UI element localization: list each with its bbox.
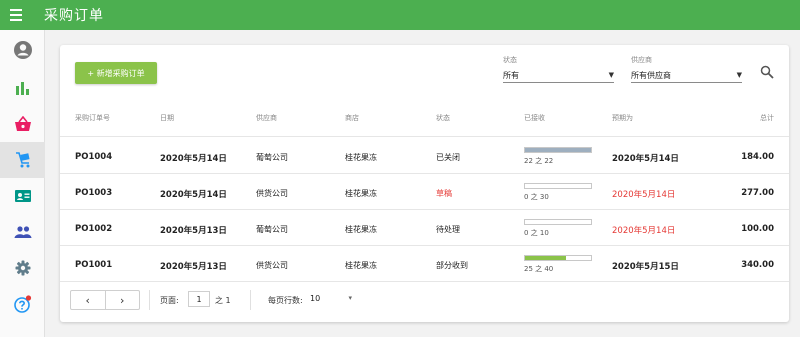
status-text: 待处理 — [436, 225, 460, 234]
expected-date: 2020年5月14日 — [612, 226, 676, 236]
chevron-down-icon: ▾ — [348, 294, 352, 302]
received-count: 0 之 30 — [524, 193, 549, 201]
order-number: PO1003 — [75, 188, 113, 198]
contact-card-icon — [14, 190, 31, 202]
order-number: PO1002 — [75, 224, 113, 234]
add-purchase-order-button[interactable]: + 新增采购订单 — [75, 62, 157, 84]
rows-per-page-value: 10 — [310, 294, 321, 303]
order-date: 2020年5月13日 — [160, 226, 227, 236]
sidebar-item-sales[interactable] — [0, 106, 45, 142]
sidebar-item-customers[interactable] — [0, 178, 45, 214]
received-progress-fill — [525, 256, 567, 260]
basket-icon — [14, 116, 31, 131]
rows-per-page-label: 每页行数: — [268, 296, 303, 305]
col-header-supplier[interactable]: 供应商 — [256, 113, 277, 123]
supplier-select[interactable]: 所有供应商 ▼ — [631, 68, 742, 83]
store-name: 桂花果冻 — [345, 225, 377, 234]
col-header-expected[interactable]: 预期为 — [612, 113, 633, 123]
received-progress-bar — [524, 147, 592, 153]
sidebar-item-reports[interactable] — [0, 70, 45, 106]
order-number: PO1004 — [75, 152, 113, 162]
supplier-name: 供货公司 — [256, 189, 288, 198]
status-filter[interactable]: 状态 所有 ▼ — [503, 55, 614, 83]
page-number-input[interactable]: 1 — [188, 291, 210, 307]
divider — [60, 281, 789, 282]
received-count: 25 之 40 — [524, 265, 554, 273]
col-header-total[interactable]: 总计 — [760, 113, 774, 123]
supplier-filter[interactable]: 供应商 所有供应商 ▼ — [631, 55, 742, 83]
menu-icon[interactable] — [10, 0, 36, 30]
received-progress-bar — [524, 255, 592, 261]
search-icon[interactable] — [760, 65, 774, 79]
sidebar-item-settings[interactable] — [0, 250, 45, 286]
status-text: 草稿 — [436, 189, 452, 198]
account-icon — [13, 41, 32, 59]
people-icon — [14, 226, 31, 238]
next-page-button[interactable]: › — [104, 291, 140, 309]
bar-chart-icon — [15, 82, 29, 95]
status-filter-label: 状态 — [503, 56, 517, 64]
supplier-name: 供货公司 — [256, 261, 288, 270]
cart-icon — [15, 152, 30, 168]
dropdown-arrow-icon: ▼ — [608, 71, 614, 79]
page-label: 页面: — [160, 296, 179, 305]
supplier-filter-label: 供应商 — [631, 56, 652, 64]
store-name: 桂花果冻 — [345, 189, 377, 198]
sidebar — [0, 30, 45, 337]
col-header-status[interactable]: 状态 — [436, 113, 450, 123]
sidebar-item-account[interactable] — [0, 32, 45, 68]
expected-date: 2020年5月14日 — [612, 190, 676, 200]
supplier-name: 葡萄公司 — [256, 225, 288, 234]
page-total-label: 之 1 — [215, 296, 231, 305]
sidebar-item-help[interactable] — [0, 286, 45, 322]
supplier-name: 葡萄公司 — [256, 153, 288, 162]
order-total: 277.00 — [741, 188, 774, 198]
order-total: 100.00 — [741, 224, 774, 234]
purchase-orders-card: + 新增采购订单 状态 所有 ▼ 供应商 所有供应商 ▼ 采购订单号 日期 供应… — [60, 45, 789, 322]
received-progress-fill — [525, 148, 591, 152]
page-title: 采购订单 — [44, 8, 104, 24]
col-header-order-no[interactable]: 采购订单号 — [75, 113, 110, 123]
store-name: 桂花果冻 — [345, 153, 377, 162]
received-progress-bar — [524, 183, 592, 189]
received-progress-bar — [524, 219, 592, 225]
order-date: 2020年5月14日 — [160, 154, 227, 164]
col-header-date[interactable]: 日期 — [160, 113, 174, 123]
status-text: 部分收到 — [436, 261, 468, 270]
order-total: 184.00 — [741, 152, 774, 162]
order-date: 2020年5月14日 — [160, 190, 227, 200]
received-count: 0 之 10 — [524, 229, 549, 237]
status-select-value: 所有 — [503, 70, 519, 80]
dropdown-arrow-icon: ▼ — [736, 71, 742, 79]
sidebar-item-purchases[interactable] — [0, 142, 45, 178]
gear-icon — [15, 260, 30, 276]
divider — [250, 290, 251, 310]
sidebar-item-employees[interactable] — [0, 214, 45, 250]
received-count: 22 之 22 — [524, 157, 554, 165]
col-header-received[interactable]: 已接收 — [524, 113, 545, 123]
supplier-select-value: 所有供应商 — [631, 70, 671, 80]
prev-page-button[interactable]: ‹ — [71, 291, 105, 309]
order-total: 340.00 — [741, 260, 774, 270]
help-icon — [13, 295, 31, 313]
status-text: 已关闭 — [436, 153, 460, 162]
store-name: 桂花果冻 — [345, 261, 377, 270]
expected-date: 2020年5月14日 — [612, 154, 679, 164]
app-bar: 采购订单 — [0, 0, 800, 30]
rows-per-page-select[interactable]: 10 ▾ — [310, 294, 352, 306]
col-header-store[interactable]: 商店 — [345, 113, 359, 123]
order-date: 2020年5月13日 — [160, 262, 227, 272]
expected-date: 2020年5月15日 — [612, 262, 679, 272]
pagination-buttons: ‹ › — [70, 290, 140, 310]
divider — [149, 290, 150, 310]
status-select[interactable]: 所有 ▼ — [503, 68, 614, 83]
order-number: PO1001 — [75, 260, 113, 270]
